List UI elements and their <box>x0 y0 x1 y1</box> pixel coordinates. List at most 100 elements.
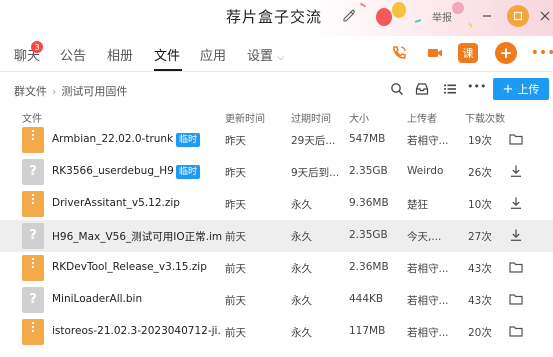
file-name[interactable]: Armbian_22.02.0-trunk... <box>52 133 174 145</box>
active-tab-indicator <box>154 69 182 71</box>
file-downloads: 10次 <box>468 199 492 211</box>
zip-file-icon <box>22 127 44 153</box>
file-downloads: 26次 <box>468 167 492 179</box>
file-table-header: 文件 更新时间 过期时间 大小 上传者 下载次数 <box>0 108 553 125</box>
file-size: 2.35GB <box>349 165 388 177</box>
file-uploader: 楚狂 <box>407 199 428 211</box>
title-bar: 荐片盒子交流 举报 <box>0 0 553 36</box>
file-row[interactable]: ? H96_Max_V56_测试可用IO正常.img 前天 永久 2.35GB … <box>0 220 553 252</box>
list-view-icon[interactable] <box>443 82 457 96</box>
file-size: 117MB <box>349 325 386 337</box>
file-row[interactable]: istoreos-21.02.3-2023040712-ji... 前天 永久 … <box>0 316 553 357</box>
file-size: 2.36MB <box>349 261 389 273</box>
minimize-icon <box>483 15 491 17</box>
file-uploader: 若相守... <box>407 295 449 307</box>
file-name[interactable]: RK3566_userdebug_H9... <box>52 165 174 177</box>
file-uploader: 若相守... <box>407 263 449 275</box>
download-icon[interactable] <box>509 228 523 242</box>
tab-settings[interactable]: 设置 ⌵ <box>247 45 285 64</box>
column-header-file[interactable]: 文件 <box>22 110 42 125</box>
video-icon <box>428 49 442 57</box>
close-button[interactable] <box>537 5 553 27</box>
upload-button[interactable]: + 上传 <box>493 78 549 100</box>
folder-icon[interactable] <box>509 292 523 306</box>
question-mark-icon: ? <box>29 228 37 243</box>
file-row[interactable]: DriverAssitant_v5.12.zip 昨天 永久 9.36MB 楚狂… <box>0 188 553 220</box>
add-button[interactable]: + <box>495 42 517 64</box>
more-options-icon[interactable]: ••• <box>467 80 486 93</box>
tab-files[interactable]: 文件 <box>154 45 180 64</box>
column-header-expires[interactable]: 过期时间 <box>291 110 331 125</box>
column-header-downloads[interactable]: 下载次数 <box>465 110 505 125</box>
voice-call-button[interactable] <box>388 42 410 64</box>
file-uploader: 今天,... <box>407 231 442 243</box>
file-name[interactable]: H96_Max_V56_测试可用IO正常.img <box>52 229 222 244</box>
video-call-button[interactable] <box>424 42 446 64</box>
breadcrumb: 群文件 › 测试可用固件 <box>14 83 127 99</box>
balloon-decoration <box>452 2 464 14</box>
file-downloads: 27次 <box>468 231 492 243</box>
file-name[interactable]: RKDevTool_Release_v3.15.zip <box>52 261 222 273</box>
tab-announcement[interactable]: 公告 <box>60 45 86 64</box>
question-mark-icon: ? <box>29 164 37 179</box>
maximize-button[interactable] <box>507 5 529 27</box>
plus-icon: + <box>502 81 514 97</box>
unknown-file-icon: ? <box>22 287 44 313</box>
file-row[interactable]: Armbian_22.02.0-trunk... 临时 昨天 29天后... 5… <box>0 124 553 156</box>
column-header-updated[interactable]: 更新时间 <box>225 110 265 125</box>
file-downloads: 43次 <box>468 263 492 275</box>
file-updated: 昨天 <box>225 167 246 179</box>
question-mark-icon: ? <box>29 292 37 307</box>
column-header-uploader[interactable]: 上传者 <box>407 110 437 125</box>
file-updated: 前天 <box>225 327 246 339</box>
folder-icon[interactable] <box>509 324 523 338</box>
minimize-button[interactable] <box>476 5 498 27</box>
inbox-icon[interactable] <box>415 82 429 96</box>
tab-apps[interactable]: 应用 <box>200 45 226 64</box>
course-button[interactable]: 课 <box>458 43 478 63</box>
file-uploader: 若相守... <box>407 327 449 339</box>
file-expires: 9天后到... <box>291 167 340 179</box>
upload-button-label: 上传 <box>517 83 540 96</box>
file-updated: 昨天 <box>225 199 246 211</box>
column-header-size[interactable]: 大小 <box>349 110 369 125</box>
balloon-decoration <box>392 2 406 18</box>
folder-icon[interactable] <box>509 260 523 274</box>
file-updated: 前天 <box>225 231 246 243</box>
download-icon[interactable] <box>509 164 523 178</box>
file-updated: 前天 <box>225 295 246 307</box>
unknown-file-icon: ? <box>22 223 44 249</box>
confetti-decoration <box>359 2 367 8</box>
file-row[interactable]: ? RK3566_userdebug_H9... 临时 昨天 9天后到... 2… <box>0 156 553 188</box>
balloon-decoration <box>376 8 392 26</box>
window-title: 荐片盒子交流 <box>226 8 323 26</box>
breadcrumb-root[interactable]: 群文件 <box>14 85 47 98</box>
file-expires: 永久 <box>291 295 312 307</box>
file-expires: 29天后... <box>291 135 336 147</box>
folder-icon[interactable] <box>509 132 523 146</box>
breadcrumb-current: 测试可用固件 <box>61 85 128 98</box>
file-name[interactable]: MiniLoaderAll.bin <box>52 293 217 305</box>
file-size: 547MB <box>349 133 386 145</box>
file-expires: 永久 <box>291 263 312 275</box>
file-name[interactable]: istoreos-21.02.3-2023040712-ji... <box>52 325 220 337</box>
maximize-icon <box>513 11 523 21</box>
file-row[interactable]: ? MiniLoaderAll.bin 前天 永久 444KB 若相守... 4… <box>0 284 553 316</box>
report-link[interactable]: 举报 <box>432 9 452 24</box>
download-icon[interactable] <box>509 196 523 210</box>
file-expires: 永久 <box>291 199 312 211</box>
chevron-right-icon: › <box>52 85 57 98</box>
file-name[interactable]: DriverAssitant_v5.12.zip <box>52 197 217 209</box>
file-row[interactable]: RKDevTool_Release_v3.15.zip 前天 永久 2.36MB… <box>0 252 553 284</box>
zip-file-icon <box>22 255 44 281</box>
confetti-decoration <box>468 22 473 28</box>
search-icon[interactable] <box>390 82 404 96</box>
tab-album[interactable]: 相册 <box>107 45 133 64</box>
edit-icon[interactable] <box>342 8 356 22</box>
file-size: 9.36MB <box>349 197 389 209</box>
zip-file-icon <box>22 191 44 217</box>
more-icon[interactable]: ••• <box>531 42 553 64</box>
file-updated: 昨天 <box>225 135 246 147</box>
file-size: 444KB <box>349 293 384 305</box>
temporary-tag: 临时 <box>176 133 201 147</box>
